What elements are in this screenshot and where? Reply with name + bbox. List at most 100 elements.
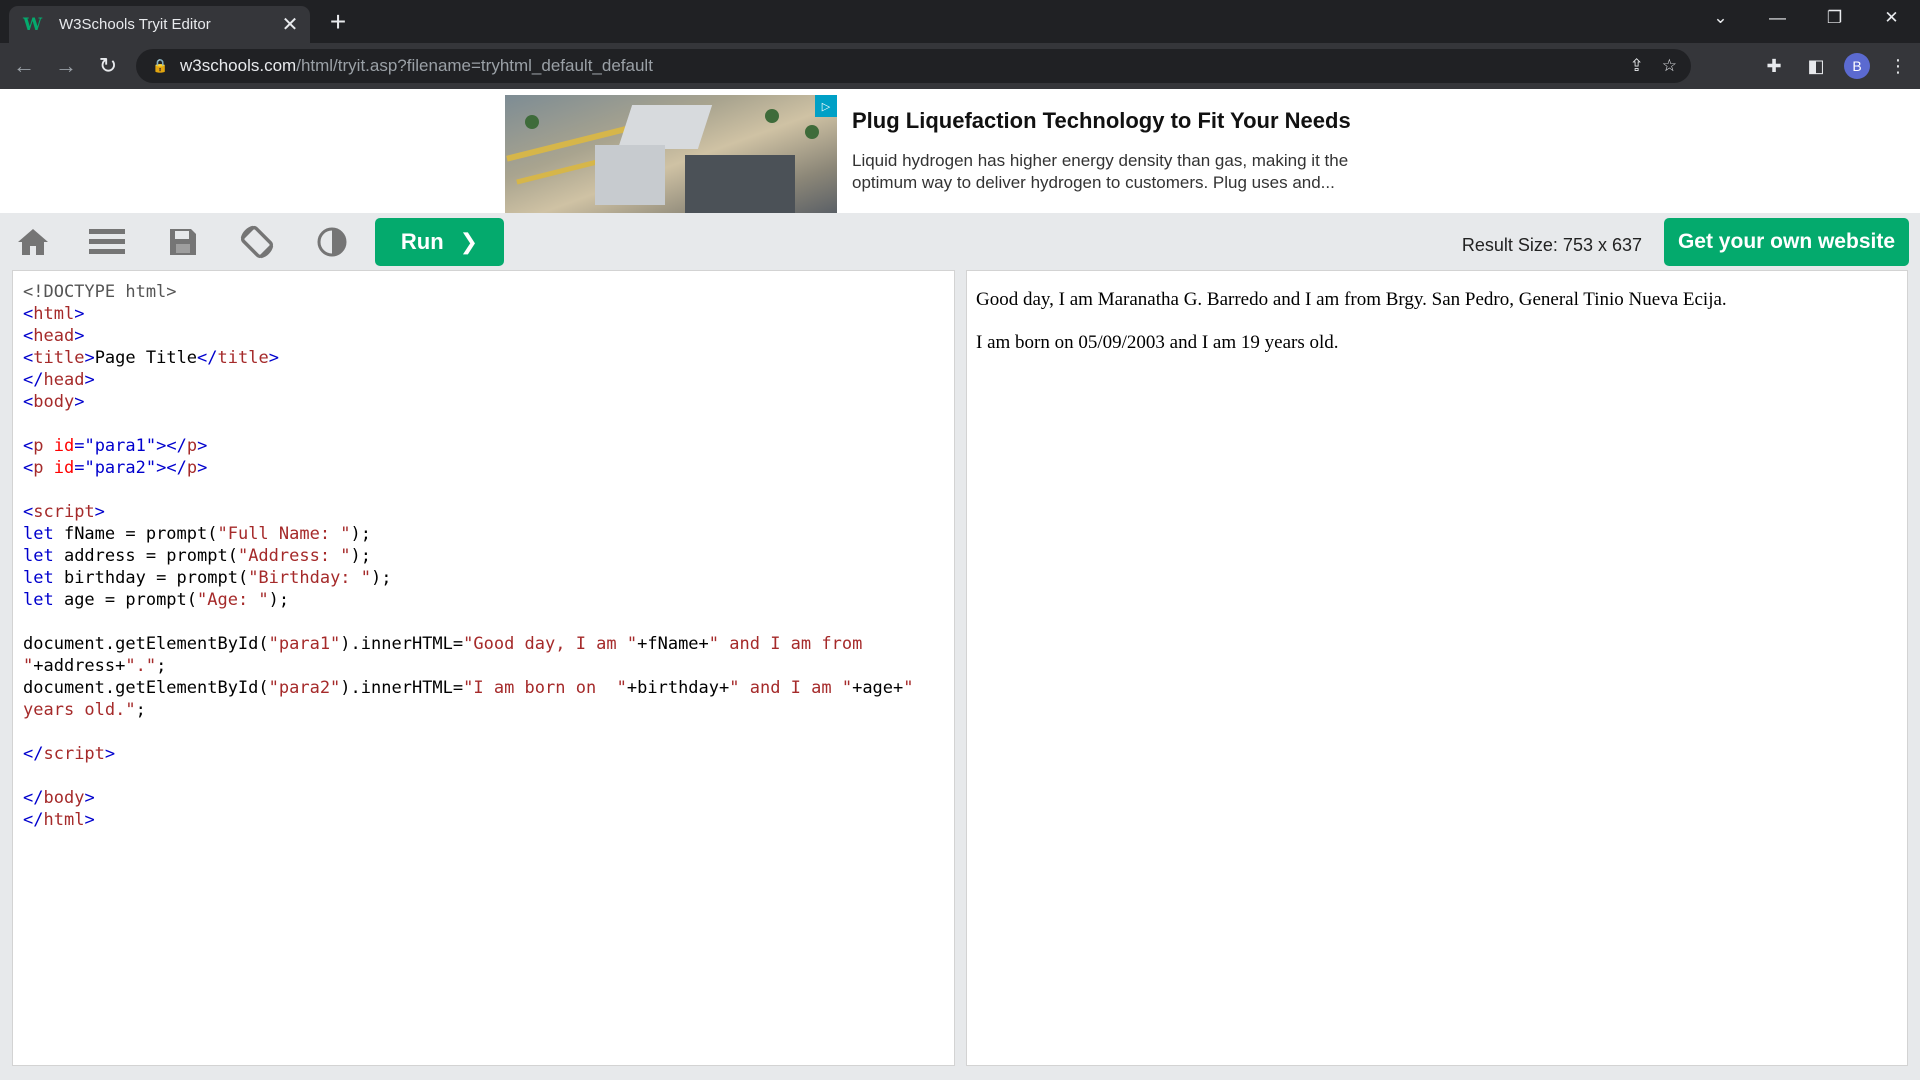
- code-token: "Age: ": [197, 590, 269, 610]
- code-token: >: [84, 788, 95, 808]
- tab-title: W3Schools Tryit Editor: [59, 16, 211, 33]
- code-token: let: [23, 524, 54, 544]
- get-your-own-website-button[interactable]: Get your own website: [1664, 218, 1909, 266]
- code-token: head: [43, 370, 85, 390]
- code-line[interactable]: </body>: [23, 787, 954, 809]
- code-line[interactable]: years old.";: [23, 699, 954, 721]
- code-line[interactable]: document.getElementById("para1").innerHT…: [23, 633, 954, 655]
- result-frame[interactable]: Good day, I am Maranatha G. Barredo and …: [966, 270, 1908, 1066]
- side-panel-icon[interactable]: ◧: [1802, 52, 1830, 80]
- code-token: <: [23, 348, 34, 368]
- code-line[interactable]: [23, 413, 954, 435]
- code-token: p: [186, 458, 198, 478]
- code-token: "para2": [268, 678, 341, 698]
- address-bar[interactable]: 🔒 w3schools.com/html/tryit.asp?filename=…: [136, 49, 1691, 83]
- ad-choices-icon[interactable]: ▷: [815, 95, 837, 117]
- back-icon[interactable]: ←: [6, 48, 42, 84]
- code-token: ="para1": [74, 436, 157, 456]
- code-token: ": [23, 656, 34, 676]
- close-tab-icon[interactable]: ✕: [276, 11, 304, 39]
- url-text[interactable]: w3schools.com/html/tryit.asp?filename=tr…: [180, 56, 653, 76]
- code-token: +address+: [33, 656, 126, 676]
- ad-image-tree: [525, 115, 539, 129]
- code-token: fName = prompt(: [53, 524, 218, 544]
- code-line[interactable]: let birthday = prompt("Birthday: ");: [23, 567, 954, 589]
- code-line[interactable]: <p id="para1"></p>: [23, 435, 954, 457]
- code-line[interactable]: </html>: [23, 809, 954, 831]
- profile-avatar[interactable]: B: [1844, 53, 1870, 79]
- browser-tab-bar: W W3Schools Tryit Editor ✕ + ⌄ — ❐ ✕: [0, 0, 1920, 43]
- chevron-right-icon: ❯: [459, 229, 479, 254]
- reload-icon[interactable]: ↻: [90, 48, 126, 84]
- code-token: "I am born on ": [463, 678, 627, 698]
- code-line[interactable]: [23, 765, 954, 787]
- code-token: title: [217, 348, 269, 368]
- code-token: id: [43, 436, 75, 456]
- ad-image-building: [617, 105, 713, 149]
- menu-icon[interactable]: [88, 225, 126, 259]
- rotate-orientation-icon[interactable]: [238, 225, 276, 259]
- code-line[interactable]: <!DOCTYPE html>: [23, 281, 954, 303]
- code-token: script: [33, 502, 95, 522]
- code-token: <!DOCTYPE html>: [23, 282, 177, 302]
- code-token: " and I am from: [708, 634, 863, 654]
- code-line[interactable]: document.getElementById("para2").innerHT…: [23, 677, 954, 699]
- ad-title[interactable]: Plug Liquefaction Technology to Fit Your…: [852, 108, 1351, 134]
- code-token: body: [43, 788, 85, 808]
- code-token: </: [23, 810, 44, 830]
- code-token: " and I am ": [729, 678, 853, 698]
- code-token: ).innerHTML=: [340, 678, 464, 698]
- ad-image-tree: [765, 109, 779, 123]
- bookmark-star-icon[interactable]: ☆: [1662, 56, 1677, 76]
- code-token: "Good day, I am ": [463, 634, 638, 654]
- code-line[interactable]: let fName = prompt("Full Name: ");: [23, 523, 954, 545]
- code-line[interactable]: <script>: [23, 501, 954, 523]
- code-token: <: [23, 304, 34, 324]
- code-line[interactable]: [23, 479, 954, 501]
- code-line[interactable]: <body>: [23, 391, 954, 413]
- ad-image-tree: [805, 125, 819, 139]
- share-icon[interactable]: ⇪: [1630, 56, 1644, 76]
- result-paragraph-para1: Good day, I am Maranatha G. Barredo and …: [976, 289, 1727, 310]
- menu-kebab-icon[interactable]: ⋮: [1884, 52, 1912, 80]
- code-line[interactable]: <head>: [23, 325, 954, 347]
- editor-toolbar: Run ❯ Result Size: 753 x 637 Get your ow…: [0, 213, 1920, 270]
- code-token: "Birthday: ": [248, 568, 372, 588]
- code-line[interactable]: <p id="para2"></p>: [23, 457, 954, 479]
- extensions-icon[interactable]: ✚: [1760, 52, 1788, 80]
- code-token: html: [43, 810, 85, 830]
- lock-icon[interactable]: 🔒: [152, 58, 174, 74]
- code-token: document.getElementById(: [23, 634, 269, 654]
- code-token: >: [74, 326, 85, 346]
- code-token: );: [268, 590, 290, 610]
- forward-icon[interactable]: →: [48, 48, 84, 84]
- code-line[interactable]: <title>Page Title</title>: [23, 347, 954, 369]
- home-icon[interactable]: [14, 225, 52, 259]
- close-window-icon[interactable]: ✕: [1863, 0, 1920, 36]
- code-line[interactable]: [23, 721, 954, 743]
- restore-icon[interactable]: ❐: [1806, 0, 1863, 36]
- tab-search-icon[interactable]: ⌄: [1692, 0, 1749, 36]
- run-button[interactable]: Run ❯: [375, 218, 504, 266]
- ad-description[interactable]: Liquid hydrogen has higher energy densit…: [852, 150, 1412, 194]
- code-line[interactable]: <html>: [23, 303, 954, 325]
- code-line[interactable]: [23, 611, 954, 633]
- new-tab-icon[interactable]: +: [322, 6, 354, 38]
- browser-tab[interactable]: W W3Schools Tryit Editor ✕: [9, 6, 310, 43]
- code-line[interactable]: </head>: [23, 369, 954, 391]
- code-token: ": [903, 678, 914, 698]
- code-token: "Full Name: ": [217, 524, 351, 544]
- browser-toolbar: ← → ↻ 🔒 w3schools.com/html/tryit.asp?fil…: [0, 43, 1920, 89]
- toolbar-actions: ✚ ◧ B ⋮: [1760, 48, 1912, 84]
- ad-image[interactable]: ▷: [505, 95, 837, 213]
- code-line[interactable]: </script>: [23, 743, 954, 765]
- minimize-icon[interactable]: —: [1749, 0, 1806, 36]
- save-icon[interactable]: [164, 225, 202, 259]
- code-editor[interactable]: <!DOCTYPE html> <html> <head> <title>Page T…: [12, 270, 955, 1066]
- code-line[interactable]: "+address+".";: [23, 655, 954, 677]
- code-line[interactable]: let address = prompt("Address: ");: [23, 545, 954, 567]
- code-line[interactable]: let age = prompt("Age: ");: [23, 589, 954, 611]
- code-token: ></: [156, 458, 187, 478]
- dark-mode-toggle-icon[interactable]: [313, 225, 351, 259]
- code-token: p: [186, 436, 198, 456]
